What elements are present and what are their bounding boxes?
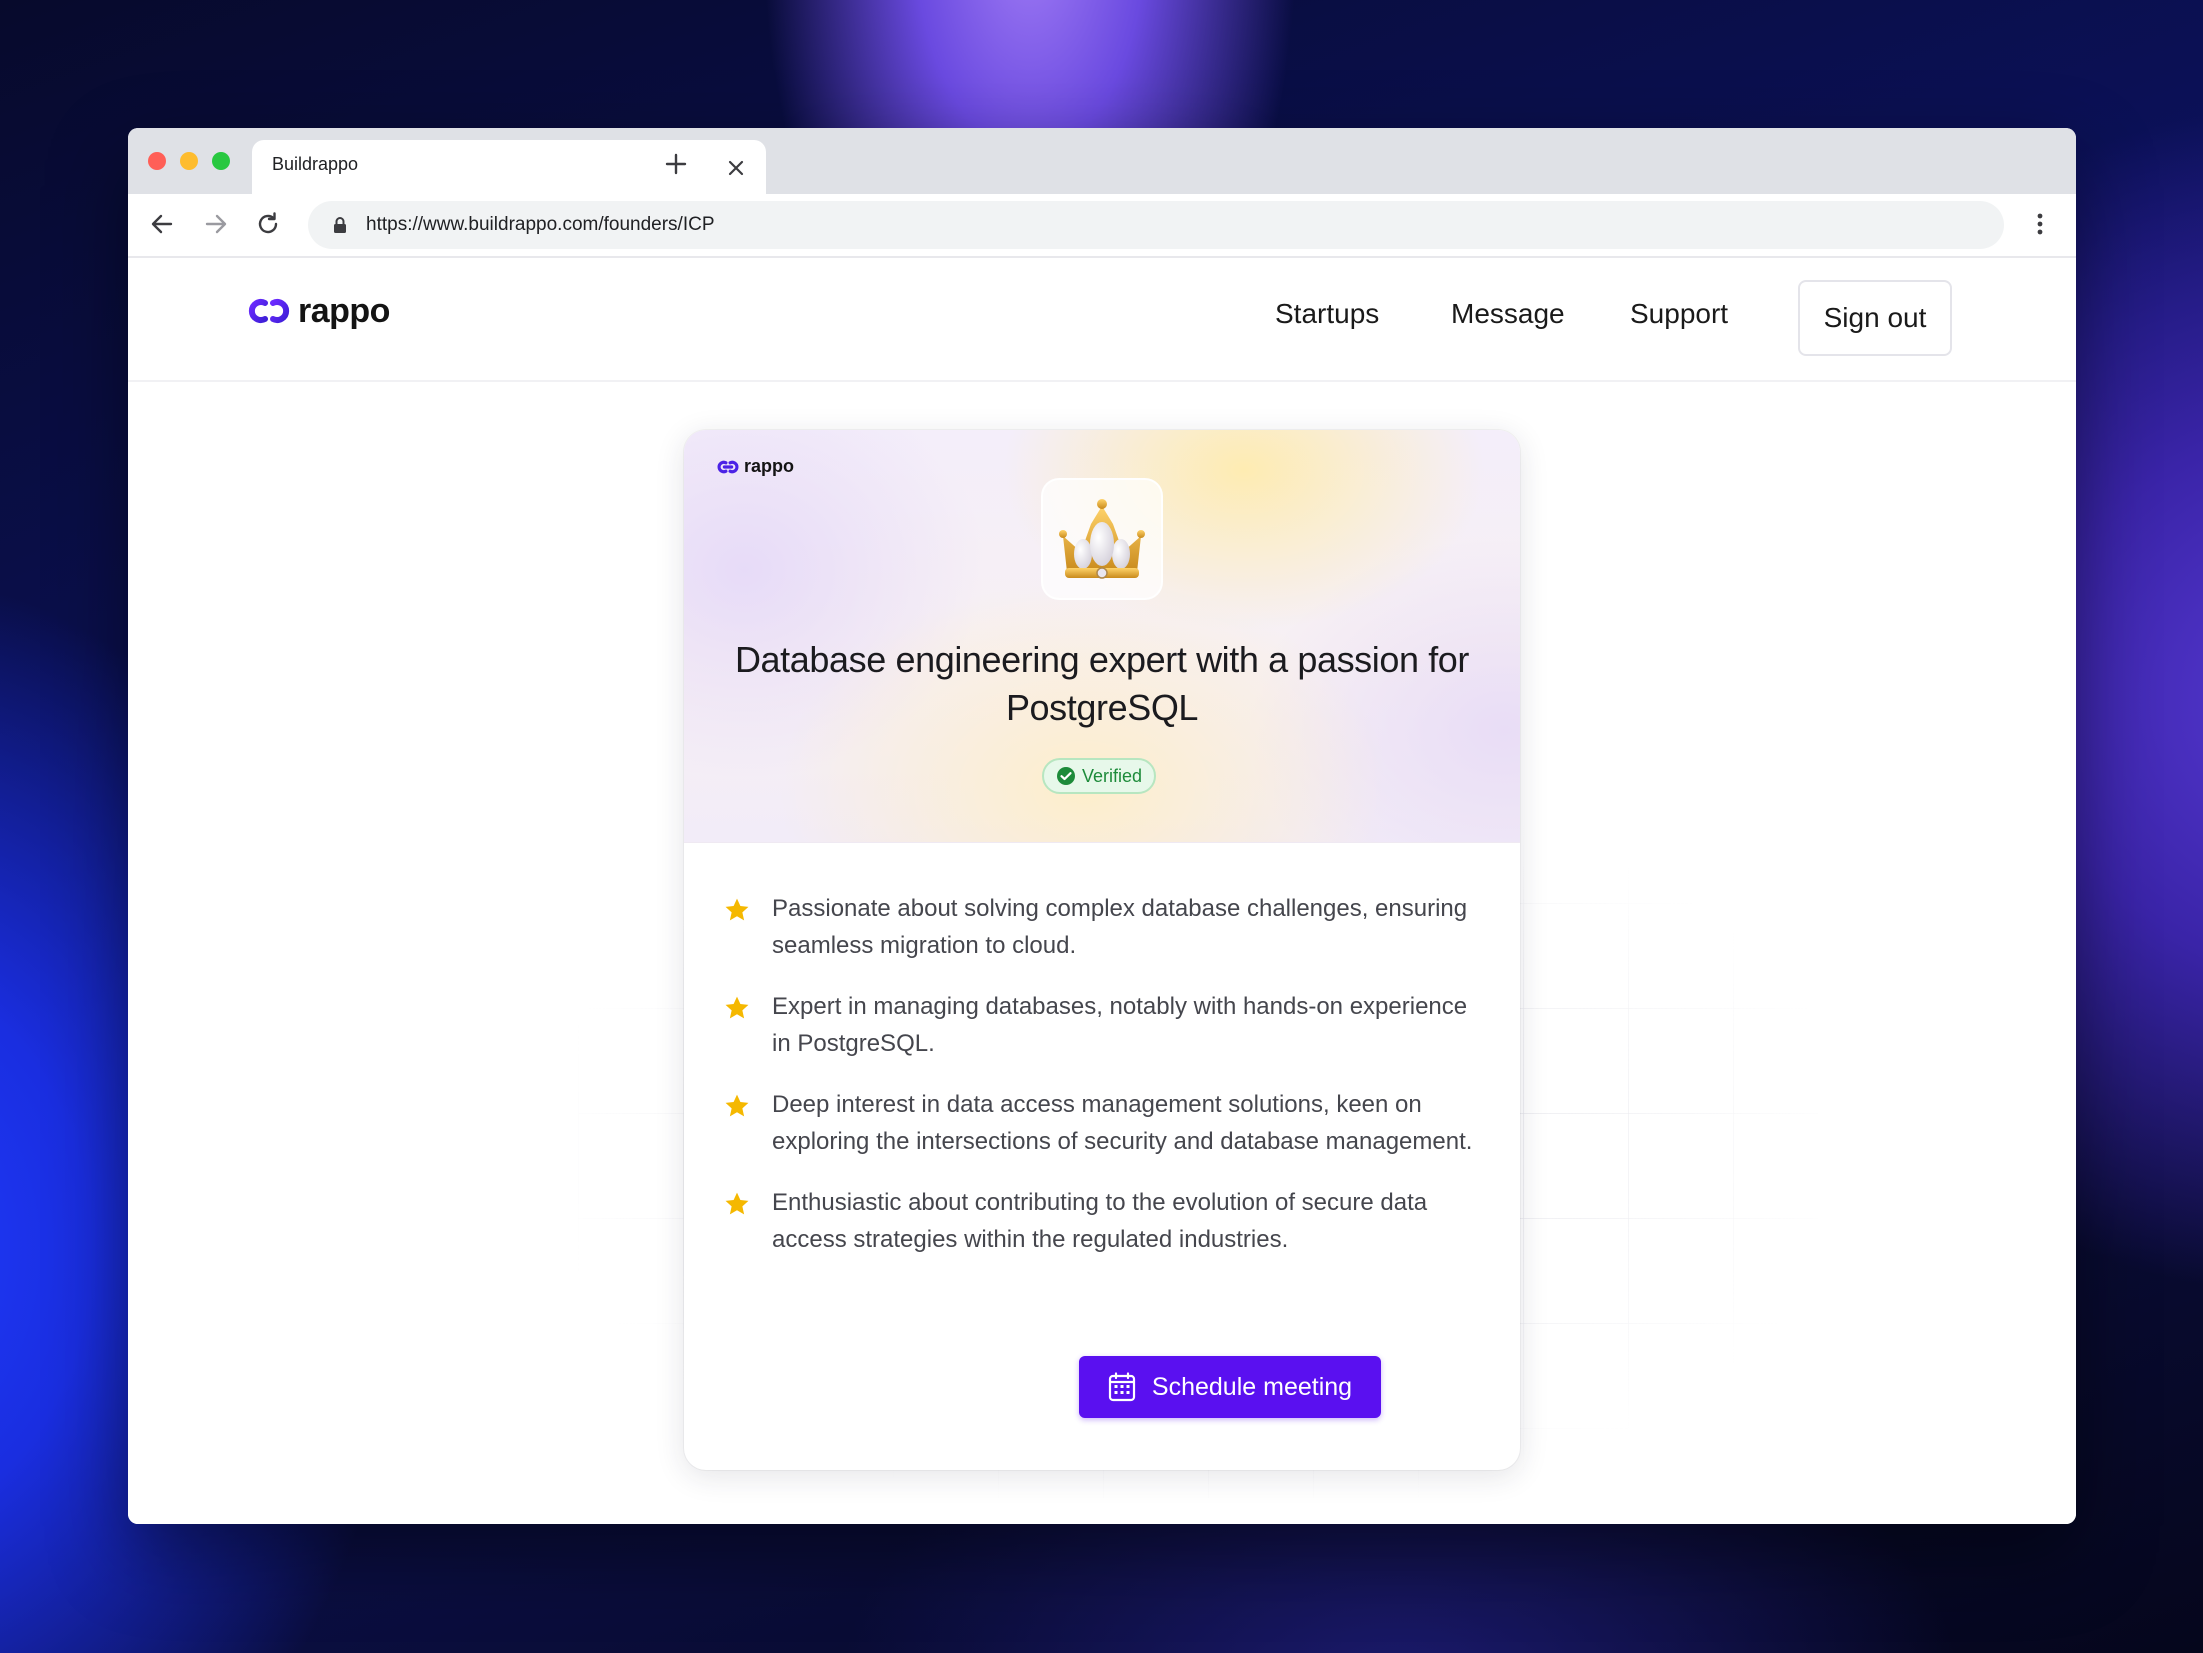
rappo-logo-icon bbox=[248, 299, 290, 323]
plus-icon[interactable] bbox=[660, 148, 692, 180]
card-title: Database engineering expert with a passi… bbox=[734, 639, 1470, 728]
forward-icon[interactable] bbox=[200, 208, 232, 240]
verified-label: Verified bbox=[1081, 765, 1143, 786]
check-circle-icon bbox=[1056, 767, 1075, 785]
desktop: { "browser": { "tab_title": "Buildrappo"… bbox=[0, 0, 2203, 1653]
url-text: https://www.buildrappo.com/founders/ICP bbox=[366, 214, 715, 235]
star-icon bbox=[725, 1094, 749, 1117]
tab-bar: Buildrappo bbox=[128, 128, 2076, 194]
list-item: Passionate about solving complex databas… bbox=[722, 890, 1482, 964]
logo-text: rappo bbox=[298, 291, 390, 330]
address-bar[interactable]: https://www.buildrappo.com/founders/ICP bbox=[308, 201, 2004, 249]
back-icon[interactable] bbox=[146, 208, 178, 240]
list-item-text: Enthusiastic about contributing to the e… bbox=[772, 1189, 1428, 1253]
highlights-list: Passionate about solving complex databas… bbox=[722, 890, 1482, 1282]
schedule-meeting-button[interactable]: Schedule meeting bbox=[1079, 1356, 1381, 1418]
minimize-window-button[interactable] bbox=[180, 152, 198, 170]
verified-badge: Verified bbox=[1042, 758, 1156, 794]
calendar-icon bbox=[1108, 1372, 1136, 1402]
list-item-text: Expert in managing databases, notably wi… bbox=[772, 993, 1468, 1057]
card-logo-text: rappo bbox=[744, 456, 795, 476]
star-icon bbox=[725, 996, 749, 1019]
nav-startups[interactable]: Startups bbox=[1275, 298, 1379, 330]
crown-image bbox=[1041, 478, 1163, 600]
tab-title: Buildrappo bbox=[272, 154, 359, 174]
close-window-button[interactable] bbox=[148, 152, 166, 170]
crown-icon bbox=[1059, 499, 1145, 579]
maximize-window-button[interactable] bbox=[212, 152, 230, 170]
lock-icon bbox=[334, 217, 346, 233]
close-icon[interactable] bbox=[722, 154, 750, 182]
rappo-logo-icon bbox=[717, 460, 739, 473]
list-item: Deep interest in data access management … bbox=[722, 1086, 1482, 1160]
site-header: rappo Startups Message Support Sign out bbox=[128, 258, 2076, 382]
site-logo[interactable]: rappo bbox=[246, 286, 390, 336]
browser-toolbar: https://www.buildrappo.com/founders/ICP bbox=[128, 194, 2076, 258]
star-icon bbox=[725, 1192, 749, 1215]
kebab-menu-icon[interactable] bbox=[2028, 208, 2052, 240]
nav-support[interactable]: Support bbox=[1630, 298, 1728, 330]
list-item: Expert in managing databases, notably wi… bbox=[722, 988, 1482, 1062]
nav-message[interactable]: Message bbox=[1451, 298, 1565, 330]
star-icon bbox=[725, 898, 749, 921]
founder-profile-card: rappo Database engineering expert with a… bbox=[684, 430, 1520, 1470]
card-header: rappo Database engineering expert with a… bbox=[684, 430, 1520, 843]
browser-window: Buildrappo https://www.buildrappo.com/fo… bbox=[128, 128, 2076, 1524]
schedule-meeting-label: Schedule meeting bbox=[1151, 1372, 1353, 1401]
sign-out-button[interactable]: Sign out bbox=[1798, 280, 1952, 356]
list-item: Enthusiastic about contributing to the e… bbox=[722, 1184, 1482, 1258]
card-logo: rappo bbox=[716, 456, 794, 477]
web-page: rappo Startups Message Support Sign out … bbox=[128, 258, 2076, 1524]
list-item-text: Passionate about solving complex databas… bbox=[772, 895, 1468, 959]
reload-icon[interactable] bbox=[252, 208, 284, 240]
list-item-text: Deep interest in data access management … bbox=[772, 1091, 1473, 1155]
